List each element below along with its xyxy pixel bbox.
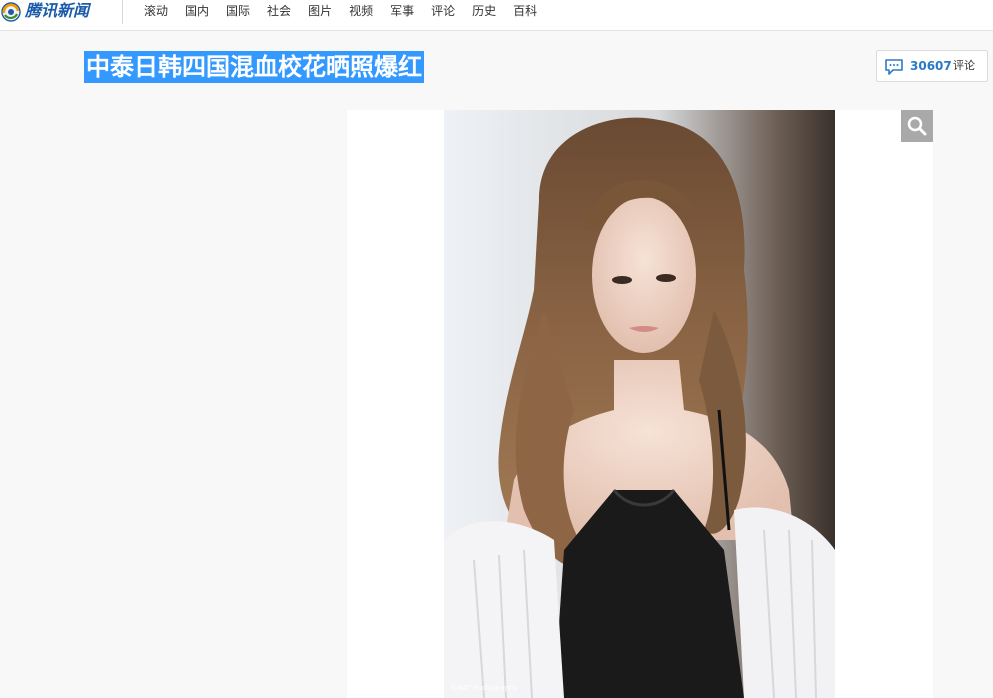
channel-nav: 滚动 国内 国际 社会 图片 视频 军事 评论 历史 百科 (144, 0, 554, 22)
comment-label: 评论 (953, 59, 975, 72)
photo-viewer: ©NAT Photography (347, 110, 933, 698)
article-title: 中泰日韩四国混血校花晒照爆红 (84, 51, 424, 83)
top-navigation-bar: 腾讯新闻 滚动 国内 国际 社会 图片 视频 军事 评论 历史 百科 (0, 0, 993, 31)
nav-item-guoji[interactable]: 国际 (226, 0, 250, 22)
comment-button[interactable]: 30607 评论 (876, 50, 988, 82)
nav-item-gundong[interactable]: 滚动 (144, 0, 168, 22)
tencent-news-logo-icon (1, 2, 21, 22)
nav-divider (122, 0, 123, 24)
nav-item-junshi[interactable]: 军事 (390, 0, 414, 22)
zoom-button[interactable] (901, 110, 933, 142)
comment-bubble-icon (885, 59, 903, 75)
nav-item-shehui[interactable]: 社会 (267, 0, 291, 22)
article-photo[interactable]: ©NAT Photography (444, 110, 835, 698)
magnifier-icon (907, 116, 927, 136)
nav-item-shipin[interactable]: 视频 (349, 0, 373, 22)
photo-illustration (444, 110, 835, 698)
nav-item-baike[interactable]: 百科 (513, 0, 537, 22)
comment-count: 30607 (910, 59, 952, 73)
nav-item-lishi[interactable]: 历史 (472, 0, 496, 22)
logo-text: 腾讯新闻 (25, 1, 90, 20)
nav-item-tupian[interactable]: 图片 (308, 0, 332, 22)
photo-watermark: ©NAT Photography (450, 684, 518, 692)
nav-item-pinglun[interactable]: 评论 (431, 0, 455, 22)
brand-logo[interactable]: 腾讯新闻 (0, 0, 110, 24)
nav-item-guonei[interactable]: 国内 (185, 0, 209, 22)
